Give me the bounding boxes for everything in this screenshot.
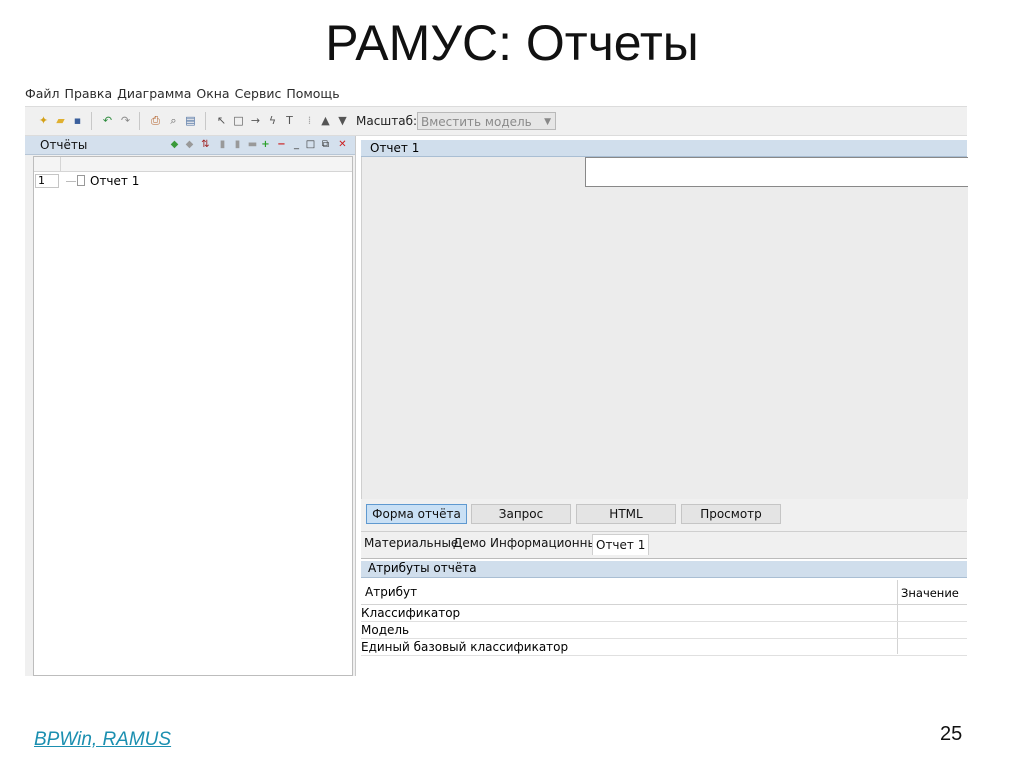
slide-title: РАМУС: Отчеты xyxy=(325,15,699,71)
html-view-button[interactable]: HTML xyxy=(576,504,676,524)
table-row[interactable]: Модель xyxy=(361,622,967,639)
document-icon xyxy=(77,175,85,186)
move-down-icon[interactable]: ▼ xyxy=(336,114,349,127)
tree-connector xyxy=(66,181,76,182)
preview-view-button[interactable]: Просмотр xyxy=(681,504,781,524)
toolbar-separator xyxy=(91,112,92,130)
toolbar-separator xyxy=(205,112,206,130)
add-icon[interactable]: + xyxy=(260,139,271,150)
tree-row-number: 1 xyxy=(35,174,59,188)
redo-icon[interactable]: ↷ xyxy=(119,114,132,127)
reports-panel-title: Отчёты xyxy=(40,138,88,152)
form-view-button[interactable]: Форма отчёта xyxy=(366,504,467,524)
sort-icon[interactable]: ⇅ xyxy=(200,139,211,150)
report-attributes-panel: Атрибуты отчёта Атрибут Значение Классиф… xyxy=(361,558,967,677)
report-editor: Отчет 1 Форма отчёта Запрос HTML Просмот… xyxy=(361,140,968,677)
scale-select-value: Вместить модель xyxy=(421,115,532,129)
toolbar: ✦ ▰ ▪ ↶ ↷ ⎙ ⌕ ▤ ↖ □ → ϟ T ⁞ ▲ ▼ Масштаб:… xyxy=(25,106,967,136)
add-folder-icon[interactable]: ◆ xyxy=(169,139,180,150)
page-number: 25 xyxy=(940,723,963,745)
query-view-button[interactable]: Запрос xyxy=(471,504,571,524)
undo-icon[interactable]: ↶ xyxy=(101,114,114,127)
pointer-icon[interactable]: ↖ xyxy=(215,114,228,127)
reports-panel: Отчёты ◆ ◆ ⇅ ▮ ▮ ▬ + − _ □ ⧉ ✕ 1 Отчет 1 xyxy=(25,136,356,676)
menu-windows[interactable]: Окна xyxy=(196,86,229,104)
maximize-icon[interactable]: □ xyxy=(305,139,316,150)
tab-material[interactable]: Материальные xyxy=(364,536,458,550)
open-folder-icon[interactable]: ▰ xyxy=(54,114,67,127)
save-icon[interactable]: ▪ xyxy=(71,114,84,127)
attribute-column-header[interactable]: Атрибут xyxy=(365,585,417,599)
arrow-icon[interactable]: → xyxy=(249,114,262,127)
tab-informational[interactable]: Информационные xyxy=(490,536,604,550)
report-editor-header: Отчет 1 xyxy=(361,140,967,157)
menu-help[interactable]: Помощь xyxy=(286,86,339,104)
tree-row[interactable]: 1 Отчет 1 xyxy=(34,173,352,189)
attributes-column-headers: Атрибут Значение xyxy=(361,580,967,605)
report-form-field[interactable] xyxy=(585,157,968,187)
reports-tree-header xyxy=(34,157,352,172)
print-preview-icon[interactable]: ⌕ xyxy=(167,114,180,127)
move-up-icon[interactable]: ▲ xyxy=(319,114,332,127)
attributes-title: Атрибуты отчёта xyxy=(368,561,477,575)
table-row[interactable]: Классификатор xyxy=(361,605,967,622)
scale-label: Масштаб: xyxy=(356,114,418,128)
report-editor-title: Отчет 1 xyxy=(370,141,420,155)
printer-icon[interactable]: ▤ xyxy=(184,114,197,127)
report-form-canvas[interactable] xyxy=(361,157,968,499)
tab-demo[interactable]: Демо xyxy=(453,536,486,550)
menu-file[interactable]: Файл xyxy=(25,86,60,104)
menu-diagram[interactable]: Диаграмма xyxy=(117,86,191,104)
menu-service[interactable]: Сервис xyxy=(235,86,282,104)
chevron-down-icon: ▼ xyxy=(544,117,551,127)
toolbar-separator xyxy=(139,112,140,130)
attribute-name: Единый базовый классификатор xyxy=(361,640,569,654)
close-icon[interactable]: ✕ xyxy=(337,139,348,150)
menu-bar: Файл Правка Диаграмма Окна Сервис Помощь xyxy=(25,86,340,104)
restore-icon[interactable]: ⧉ xyxy=(320,139,331,150)
minimize-icon[interactable]: _ xyxy=(291,139,302,150)
new-file-icon[interactable]: ✦ xyxy=(37,114,50,127)
reports-tree: 1 Отчет 1 xyxy=(33,156,353,676)
menu-edit[interactable]: Правка xyxy=(65,86,113,104)
print-icon[interactable]: ⎙ xyxy=(149,114,162,127)
value-column-header[interactable]: Значение xyxy=(901,586,959,600)
attribute-name: Модель xyxy=(361,623,410,637)
scale-select[interactable]: Вместить модель ▼ xyxy=(417,112,556,130)
footer-link[interactable]: BPWin, RAMUS xyxy=(34,729,171,751)
attribute-name: Классификатор xyxy=(361,606,461,620)
tree-row-label[interactable]: Отчет 1 xyxy=(90,174,139,188)
document-tabs: Материальные Демо Информационные Отчет 1 xyxy=(361,531,967,556)
grid-icon[interactable]: ⁞ xyxy=(303,114,316,127)
lightning-icon[interactable]: ϟ xyxy=(266,114,279,127)
tab-report-1[interactable]: Отчет 1 xyxy=(592,534,650,555)
view-buttons: Форма отчёта Запрос HTML Просмотр xyxy=(361,502,967,526)
rectangle-icon[interactable]: □ xyxy=(232,114,245,127)
table-row[interactable]: Единый базовый классификатор xyxy=(361,639,967,656)
remove-icon[interactable]: − xyxy=(276,139,287,150)
export-icon[interactable]: ▬ xyxy=(247,139,258,150)
text-icon[interactable]: T xyxy=(283,114,296,127)
folder-icon[interactable]: ◆ xyxy=(184,139,195,150)
attributes-header: Атрибуты отчёта xyxy=(361,561,967,578)
reports-panel-header: Отчёты ◆ ◆ ⇅ ▮ ▮ ▬ + − _ □ ⧉ ✕ xyxy=(25,136,355,155)
delete-icon[interactable]: ▮ xyxy=(217,139,228,150)
copy-icon[interactable]: ▮ xyxy=(232,139,243,150)
